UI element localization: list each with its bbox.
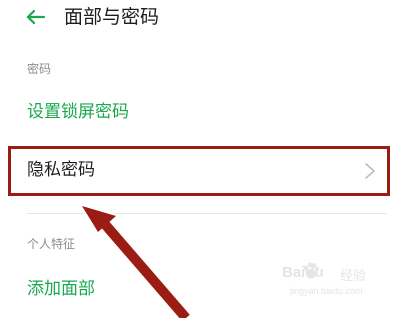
private-password-row[interactable]: 隐私密码 [8, 146, 393, 198]
arrow-left-icon[interactable] [24, 5, 48, 29]
paw-icon [304, 262, 319, 279]
watermark-sub: 经验 [340, 268, 367, 283]
private-password-label: 隐私密码 [27, 160, 95, 180]
page-title: 面部与密码 [64, 6, 160, 28]
divider [27, 213, 387, 214]
set-lock-screen-password-button[interactable]: 设置锁屏密码 [27, 101, 129, 123]
chevron-right-icon [365, 163, 375, 179]
watermark-url: jingyan.baidu.com [290, 286, 363, 296]
watermark: Baidu 经验 jingyan.baidu.com [282, 262, 394, 302]
add-face-button[interactable]: 添加面部 [27, 278, 95, 300]
header: 面部与密码 [0, 0, 400, 40]
personal-features-section-label: 个人特征 [27, 237, 76, 251]
password-section-label: 密码 [27, 62, 52, 76]
watermark-brand: Baidu [282, 264, 324, 281]
